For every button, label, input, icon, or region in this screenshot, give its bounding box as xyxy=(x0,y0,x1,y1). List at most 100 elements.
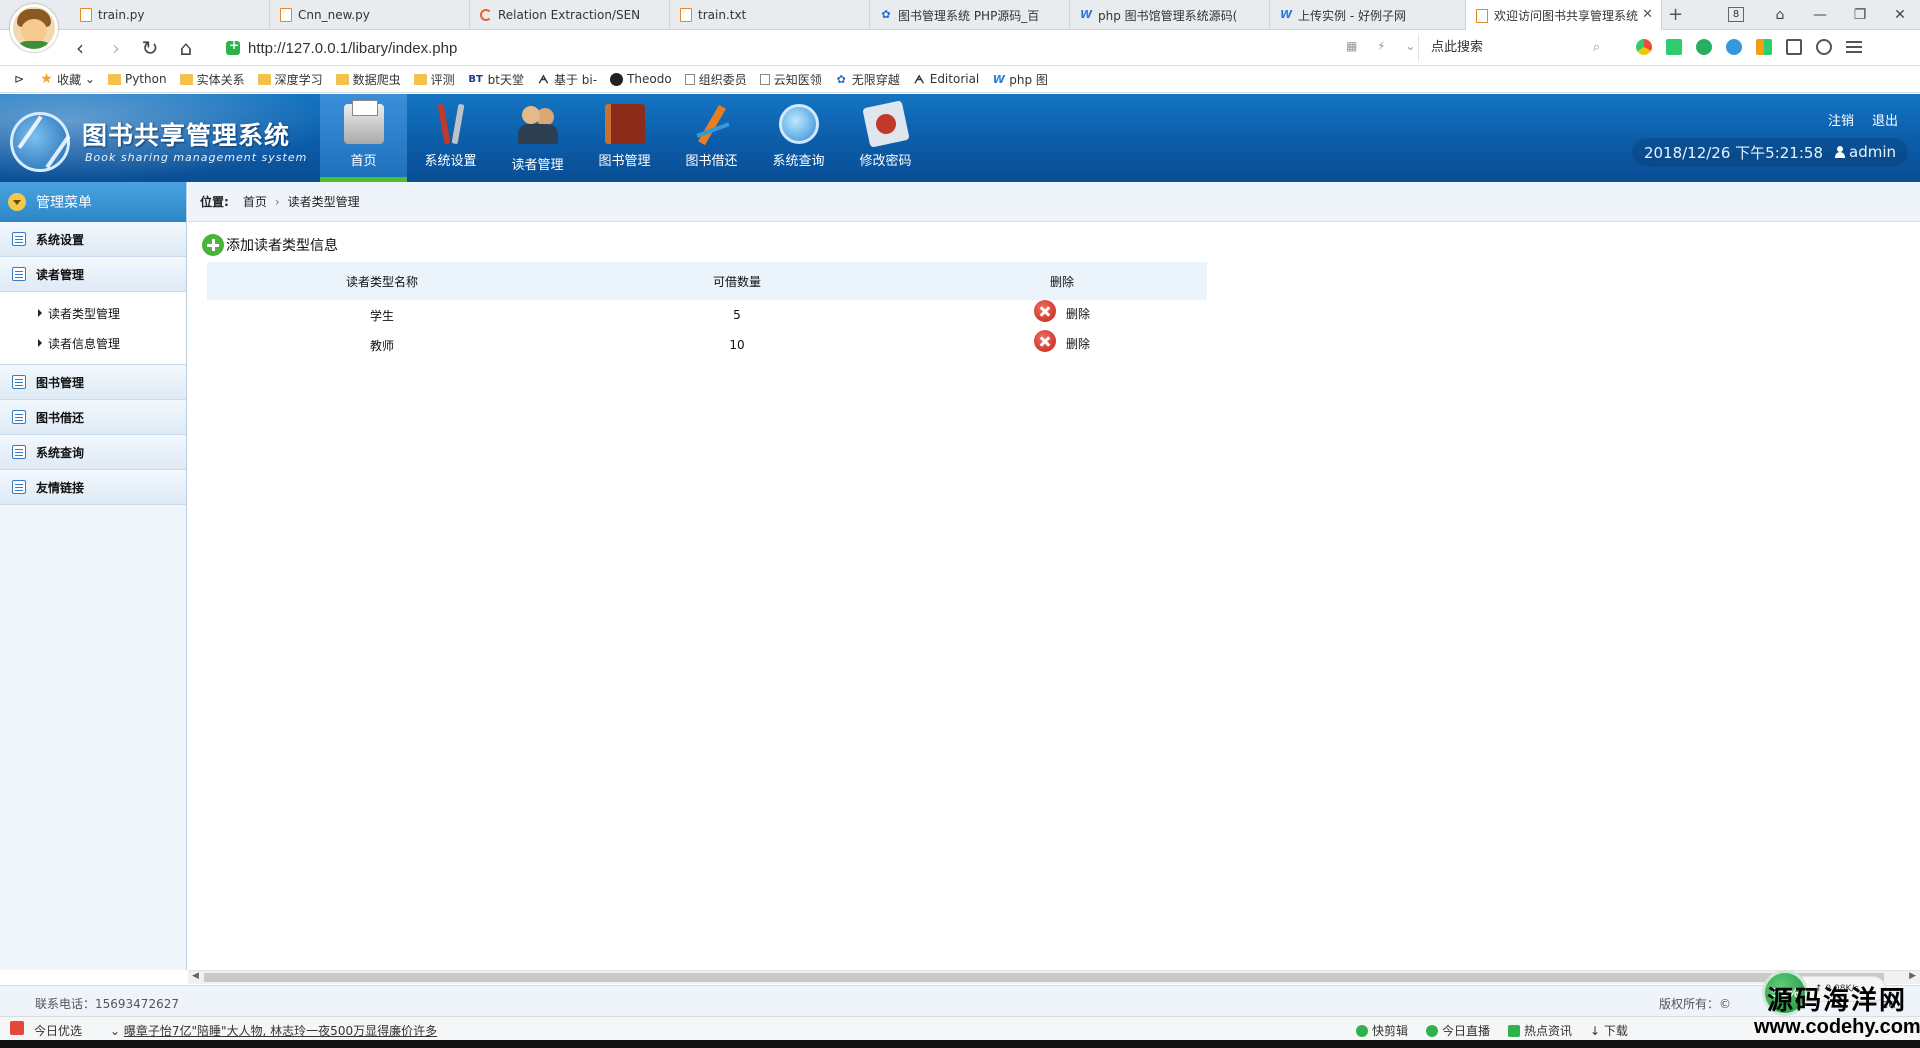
bookmark-item[interactable]: Theodo xyxy=(610,72,672,86)
browser-tab-active[interactable]: 欢迎访问图书共享管理系统 ✕ xyxy=(1466,0,1662,31)
tab-label: 图书管理系统 PHP源码_百 xyxy=(898,8,1040,23)
live-button[interactable]: 今日直播 xyxy=(1426,1022,1490,1039)
minimize-icon[interactable]: — xyxy=(1800,7,1840,23)
bookmark-item[interactable]: ✿ 无限穿越 xyxy=(835,71,900,88)
restore-icon[interactable]: ❐ xyxy=(1840,7,1880,23)
bookmark-item[interactable]: ᗅ Editorial xyxy=(913,72,979,86)
logout-link[interactable]: 注销 xyxy=(1828,110,1854,129)
breadcrumb-current: 读者类型管理 xyxy=(287,195,360,209)
translate-icon[interactable] xyxy=(1696,39,1712,55)
bookmark-item[interactable]: 云知医领 xyxy=(759,71,822,88)
folder-icon xyxy=(257,73,271,85)
magnifier-icon[interactable] xyxy=(1726,39,1742,55)
browser-tab[interactable]: Wphp 图书馆管理系统源码( xyxy=(1070,0,1270,30)
address-bar[interactable]: http://127.0.0.1/libary/index.php xyxy=(226,34,1406,62)
search-icon[interactable]: ⌕ xyxy=(1593,34,1600,62)
quick-clip-button[interactable]: 快剪辑 xyxy=(1356,1022,1408,1039)
breadcrumb-home-link[interactable]: 首页 xyxy=(243,193,267,210)
search-box[interactable]: 点此搜索 ⌕ xyxy=(1418,34,1608,62)
tab-count-badge[interactable]: 8 xyxy=(1728,7,1744,22)
sidebar-header[interactable]: 管理菜单 xyxy=(0,182,186,222)
sidebar-subitem-reader-info[interactable]: 读者信息管理 xyxy=(0,328,186,358)
status-tool-label: 今日直播 xyxy=(1442,1024,1491,1038)
nav-label: 首页 xyxy=(350,154,377,169)
new-tab-icon[interactable]: + xyxy=(1668,4,1683,25)
reload-icon[interactable]: ↻ xyxy=(138,37,162,59)
gift-icon[interactable] xyxy=(10,1021,24,1035)
horizontal-scrollbar[interactable]: ◀ ▶ xyxy=(188,970,1920,984)
bookmark-item[interactable]: ᗅ 基于 bi- xyxy=(537,71,597,88)
browser-tab[interactable]: train.py xyxy=(70,0,270,30)
bookmark-item[interactable]: 深度学习 xyxy=(257,71,323,88)
sidebar-item-label: 读者管理 xyxy=(36,267,85,282)
bookmark-item[interactable]: 组织委员 xyxy=(684,71,747,88)
browser-tab[interactable]: Cnn_new.py xyxy=(270,0,470,30)
add-reader-type-button[interactable]: 添加读者类型信息 xyxy=(202,234,338,256)
table-row: 学生 5 删除 xyxy=(207,299,1207,330)
nav-label: 图书借还 xyxy=(685,154,738,169)
sidebar-item-system-settings[interactable]: 系统设置 xyxy=(0,222,186,257)
bookmark-item[interactable]: 实体关系 xyxy=(179,71,245,88)
bookmark-item[interactable]: 评测 xyxy=(413,71,455,88)
sidebar-item-borrow-return[interactable]: 图书借还 xyxy=(0,400,186,435)
exit-link[interactable]: 退出 xyxy=(1872,110,1898,129)
undo-icon[interactable] xyxy=(1816,39,1832,55)
sidebar-item-reader-management[interactable]: 读者管理 xyxy=(0,257,186,292)
nav-system-query[interactable]: 系统查询 xyxy=(755,94,842,182)
browser-tab[interactable]: Relation Extraction/SEN xyxy=(470,0,670,30)
scissors-icon[interactable] xyxy=(1666,39,1682,55)
breadcrumb: 位置: 首页 › 读者类型管理 xyxy=(188,182,1920,222)
bookmark-item[interactable]: BT bt天堂 xyxy=(468,71,524,88)
browser-avatar[interactable] xyxy=(10,4,58,52)
daily-picks[interactable]: 今日优选 xyxy=(34,1022,82,1039)
bookmark-item[interactable]: 数据爬虫 xyxy=(335,71,401,88)
bookmark-item[interactable]: ★ 收藏 ⌄ xyxy=(40,71,95,88)
browser-tab[interactable]: W 上传实例 - 好例子网 xyxy=(1270,0,1466,30)
news-ticker[interactable]: ⌄ 曝章子怡7亿"陪睡"大人物, 林志玲一夜500万显得廉价许多 xyxy=(110,1022,437,1039)
menu-icon[interactable] xyxy=(1846,41,1862,53)
sidebar-item-book-management[interactable]: 图书管理 xyxy=(0,365,186,400)
reader-icon[interactable] xyxy=(1786,39,1802,55)
download-button[interactable]: ↓ 下载 xyxy=(1590,1022,1628,1039)
nav-system-settings[interactable]: 系统设置 xyxy=(407,94,494,182)
url-tools-icons[interactable]: ▦ ⚡ ⌄ xyxy=(1346,39,1423,53)
forward-icon[interactable]: › xyxy=(104,37,128,59)
add-reader-type-label: 添加读者类型信息 xyxy=(226,238,338,254)
nav-label: 系统设置 xyxy=(424,154,477,169)
delete-button[interactable]: 删除 xyxy=(1033,299,1090,322)
nav-borrow-return[interactable]: 图书借还 xyxy=(668,94,755,182)
delete-button[interactable]: 删除 xyxy=(1033,329,1090,352)
news-text[interactable]: 曝章子怡7亿"陪睡"大人物, 林志玲一夜500万显得廉价许多 xyxy=(124,1024,437,1038)
sidebar-toggle-icon[interactable]: ⊳ xyxy=(14,72,24,86)
close-window-icon[interactable]: ✕ xyxy=(1880,7,1920,23)
hot-news-button[interactable]: 热点资讯 xyxy=(1508,1022,1572,1039)
skin-icon[interactable]: ⌂ xyxy=(1760,7,1800,23)
nav-home[interactable]: 首页 xyxy=(320,94,407,182)
file-icon xyxy=(280,8,292,22)
browser-tab[interactable]: train.txt xyxy=(670,0,870,30)
column-header: 删除 xyxy=(917,262,1207,300)
apps-icon[interactable] xyxy=(1756,39,1772,55)
browser-status-bar: 今日优选 ⌄ 曝章子怡7亿"陪睡"大人物, 林志玲一夜500万显得廉价许多 快剪… xyxy=(0,1016,1920,1040)
sidebar-item-label: 系统设置 xyxy=(36,232,85,247)
nav-reader-management[interactable]: 读者管理 xyxy=(494,94,581,182)
scroll-left-icon[interactable]: ◀ xyxy=(192,971,199,981)
home-icon[interactable]: ⌂ xyxy=(174,37,198,59)
sidebar-item-label: 图书借还 xyxy=(36,410,85,425)
url-text[interactable]: http://127.0.0.1/libary/index.php xyxy=(248,40,457,57)
scrollbar-thumb[interactable] xyxy=(204,973,1884,982)
nav-change-password[interactable]: 修改密码 xyxy=(842,94,929,182)
chrome-like-icon[interactable] xyxy=(1636,39,1652,55)
close-tab-icon[interactable]: ✕ xyxy=(1642,7,1653,22)
delete-label: 删除 xyxy=(1065,307,1090,322)
bookmark-item[interactable]: Python xyxy=(107,72,167,86)
bookmark-label: 无限穿越 xyxy=(851,72,900,87)
sidebar-subitem-reader-type[interactable]: 读者类型管理 xyxy=(0,298,186,328)
browser-tab[interactable]: ✿ 图书管理系统 PHP源码_百 xyxy=(870,0,1070,30)
bookmark-item[interactable]: Wphp 图 xyxy=(992,71,1048,88)
sidebar-item-system-query[interactable]: 系统查询 xyxy=(0,435,186,470)
back-icon[interactable]: ‹ xyxy=(68,37,92,59)
sidebar-item-friend-links[interactable]: 友情链接 xyxy=(0,470,186,505)
scroll-right-icon[interactable]: ▶ xyxy=(1909,971,1916,981)
nav-book-management[interactable]: 图书管理 xyxy=(581,94,668,182)
